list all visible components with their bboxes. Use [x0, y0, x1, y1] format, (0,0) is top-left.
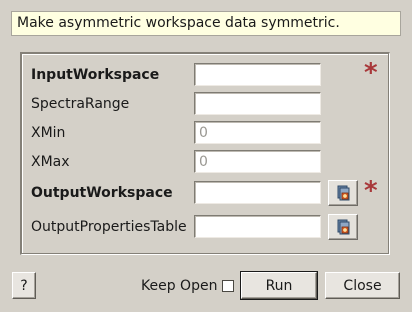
workspace-browse-icon — [337, 185, 350, 201]
properties-group: InputWorkspace * SpectraRange XMin XMax … — [20, 52, 390, 255]
output-properties-table-field[interactable] — [194, 215, 321, 238]
required-star-icon: * — [364, 176, 378, 206]
spectra-range-field[interactable] — [194, 92, 321, 115]
output-workspace-field[interactable] — [194, 181, 321, 204]
output-workspace-label: OutputWorkspace — [31, 185, 173, 201]
keep-open-toggle[interactable]: Keep Open — [141, 277, 235, 295]
xmin-label: XMin — [31, 125, 66, 141]
algorithm-dialog: Make asymmetric workspace data symmetric… — [0, 0, 412, 312]
keep-open-checkbox[interactable] — [222, 280, 235, 292]
close-button[interactable]: Close — [325, 272, 400, 299]
xmax-label: XMax — [31, 154, 70, 170]
workspace-browse-icon — [337, 219, 350, 235]
spectra-range-label: SpectraRange — [31, 96, 130, 112]
xmax-field[interactable] — [194, 150, 321, 173]
keep-open-label: Keep Open — [141, 278, 218, 294]
output-properties-table-browse-button[interactable] — [328, 214, 358, 240]
field-row-xmax: XMax — [22, 150, 388, 174]
field-row-output-workspace: OutputWorkspace * — [22, 177, 388, 206]
input-workspace-field[interactable] — [194, 63, 321, 86]
help-button[interactable]: ? — [12, 272, 36, 299]
description-text: Make asymmetric workspace data symmetric… — [17, 15, 340, 31]
xmin-field[interactable] — [194, 121, 321, 144]
run-button[interactable]: Run — [240, 271, 318, 300]
description-box: Make asymmetric workspace data symmetric… — [11, 11, 401, 36]
input-workspace-label: InputWorkspace — [31, 67, 160, 83]
required-star-icon: * — [364, 58, 378, 88]
field-row-spectra-range: SpectraRange — [22, 92, 388, 116]
field-row-xmin: XMin — [22, 121, 388, 145]
field-row-output-properties-table: OutputPropertiesTable — [22, 214, 388, 240]
output-properties-table-label: OutputPropertiesTable — [31, 219, 187, 235]
field-row-input-workspace: InputWorkspace * — [22, 59, 388, 87]
output-workspace-browse-button[interactable] — [328, 180, 358, 206]
